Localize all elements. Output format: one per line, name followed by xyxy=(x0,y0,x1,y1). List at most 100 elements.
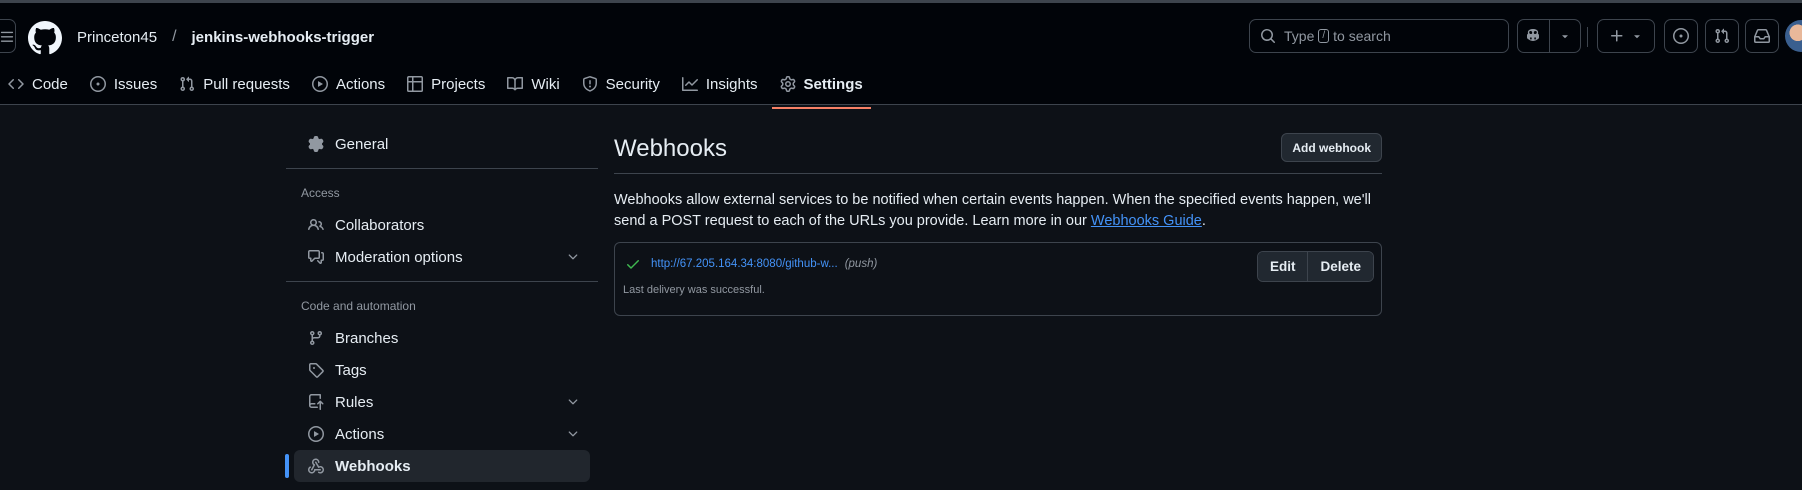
webhook-icon xyxy=(308,458,326,474)
app-header: Princeton45 / jenkins-webhooks-trigger T… xyxy=(0,0,1802,109)
sidebar-item-general[interactable]: General xyxy=(294,128,590,160)
sidebar-item-label: General xyxy=(335,135,389,153)
tab-wiki[interactable]: Wiki xyxy=(499,73,567,95)
breadcrumb-separator: / xyxy=(172,28,177,45)
tab-label: Settings xyxy=(803,75,863,93)
menu-button[interactable] xyxy=(0,19,16,53)
notifications-button[interactable] xyxy=(1745,19,1779,53)
tab-security[interactable]: Security xyxy=(574,73,668,95)
tab-label: Pull requests xyxy=(203,75,290,93)
main-content: Webhooks Add webhook Webhooks allow exte… xyxy=(614,128,1382,316)
copilot-dropdown-button[interactable] xyxy=(1548,20,1580,52)
chevron-down-icon xyxy=(566,395,580,413)
git-branch-icon xyxy=(308,330,326,346)
description-text: Webhooks allow external services to be n… xyxy=(614,192,1371,229)
webhook-url-link[interactable]: http://67.205.164.34:8080/github-w... xyxy=(651,258,838,270)
search-placeholder-prefix: Type xyxy=(1284,28,1315,44)
git-pull-request-icon xyxy=(179,76,195,92)
triangle-down-icon xyxy=(1562,35,1568,39)
search-shortcut-key: / xyxy=(1318,29,1330,43)
copilot-icon xyxy=(1527,29,1540,41)
sidebar-item-actions[interactable]: Actions xyxy=(294,418,590,450)
tab-label: Wiki xyxy=(531,75,560,93)
tab-insights[interactable]: Insights xyxy=(674,73,766,95)
comment-discussion-icon xyxy=(308,249,326,265)
sidebar-item-webhooks[interactable]: Webhooks xyxy=(285,450,590,482)
tab-code[interactable]: Code xyxy=(0,73,76,95)
sidebar-item-label: Moderation options xyxy=(335,248,463,266)
search-input[interactable]: Type / to search xyxy=(1249,19,1509,53)
people-icon xyxy=(308,217,326,233)
copilot-button[interactable] xyxy=(1518,20,1549,52)
table-icon xyxy=(407,76,424,92)
code-icon xyxy=(8,76,24,92)
play-icon xyxy=(311,76,328,92)
repo-name-link[interactable]: jenkins-webhooks-trigger xyxy=(192,29,375,46)
delete-webhook-button[interactable]: Delete xyxy=(1307,252,1373,281)
sidebar-item-label: Tags xyxy=(335,361,367,379)
tab-label: Actions xyxy=(335,75,386,93)
sidebar-item-label: Webhooks xyxy=(335,457,411,475)
sidebar-divider xyxy=(286,281,598,282)
your-issues-button[interactable] xyxy=(1664,19,1698,53)
page-header: Webhooks Add webhook xyxy=(614,128,1382,174)
tab-issues[interactable]: Issues xyxy=(82,73,165,95)
webhooks-guide-link[interactable]: Webhooks Guide xyxy=(1091,213,1202,229)
breadcrumb: Princeton45 / jenkins-webhooks-trigger xyxy=(77,28,374,46)
issue-opened-icon xyxy=(89,76,106,92)
shield-icon xyxy=(582,76,598,92)
sidebar-item-label: Rules xyxy=(335,393,374,411)
header-divider xyxy=(1587,27,1588,47)
sidebar-heading-code-automation: Code and automation xyxy=(301,299,416,313)
page-title: Webhooks xyxy=(614,135,727,162)
chevron-down-icon xyxy=(566,427,580,445)
repo-nav-tabs: Code Issues Pull requests Actions Projec… xyxy=(0,73,877,109)
sidebar-item-tags[interactable]: Tags xyxy=(294,354,590,386)
graph-icon xyxy=(681,76,698,92)
github-logo-icon[interactable] xyxy=(28,21,62,55)
tag-icon xyxy=(308,362,326,378)
user-avatar[interactable] xyxy=(1785,20,1802,52)
webhook-summary: http://67.205.164.34:8080/github-w... (p… xyxy=(625,256,877,272)
tab-label: Insights xyxy=(705,75,758,93)
your-pull-requests-button[interactable] xyxy=(1705,19,1739,53)
sidebar-item-rules[interactable]: Rules xyxy=(294,386,590,418)
inbox-icon xyxy=(1754,29,1770,43)
webhook-delivery-status: Last delivery was successful. xyxy=(623,284,765,296)
edit-webhook-button[interactable]: Edit xyxy=(1257,252,1308,281)
git-pull-request-icon xyxy=(1715,28,1730,44)
sidebar-divider xyxy=(286,168,598,169)
repo-push-icon xyxy=(308,394,326,410)
tab-label: Code xyxy=(32,75,68,93)
tab-projects[interactable]: Projects xyxy=(399,73,493,95)
tab-actions[interactable]: Actions xyxy=(304,73,393,95)
play-icon xyxy=(308,426,326,442)
create-new-button[interactable] xyxy=(1597,19,1655,53)
tab-pull-requests[interactable]: Pull requests xyxy=(171,73,298,95)
plus-icon xyxy=(1611,30,1623,42)
sidebar-item-label: Collaborators xyxy=(335,216,425,234)
repo-owner-link[interactable]: Princeton45 xyxy=(77,29,157,46)
tab-label: Issues xyxy=(113,75,158,93)
webhook-events: (push) xyxy=(844,258,878,270)
settings-sidebar: General Access Collaborators Moderation … xyxy=(285,128,598,482)
add-webhook-button[interactable]: Add webhook xyxy=(1281,133,1382,162)
search-placeholder-suffix: to search xyxy=(1333,28,1391,44)
tab-label: Security xyxy=(605,75,660,93)
description-end: . xyxy=(1201,213,1206,229)
webhook-actions: Edit Delete xyxy=(1256,251,1374,282)
sidebar-item-moderation-options[interactable]: Moderation options xyxy=(294,241,590,273)
book-icon xyxy=(507,76,524,92)
sidebar-item-branches[interactable]: Branches xyxy=(294,322,590,354)
hamburger-icon xyxy=(0,31,14,42)
sidebar-item-collaborators[interactable]: Collaborators xyxy=(294,209,590,241)
tab-label: Projects xyxy=(431,75,486,93)
sidebar-heading-access: Access xyxy=(301,186,340,200)
triangle-down-icon xyxy=(1634,35,1640,39)
search-icon xyxy=(1261,29,1275,43)
gear-icon xyxy=(780,76,796,92)
issue-opened-icon xyxy=(1673,28,1689,44)
webhook-list-item: http://67.205.164.34:8080/github-w... (p… xyxy=(614,242,1382,316)
check-icon xyxy=(625,256,641,272)
tab-settings[interactable]: Settings xyxy=(771,73,871,109)
